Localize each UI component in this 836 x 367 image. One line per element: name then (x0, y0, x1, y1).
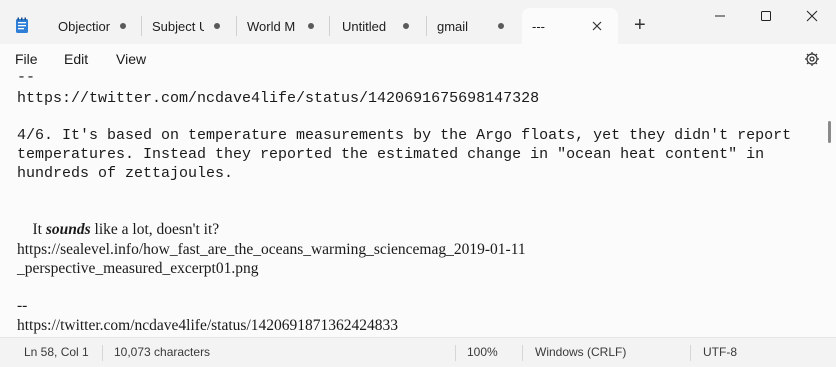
unsaved-dot-icon (403, 23, 409, 29)
menu-view[interactable]: View (116, 51, 146, 67)
tab-active[interactable]: --- (522, 8, 618, 44)
menu-file[interactable]: File (15, 51, 38, 67)
close-icon (806, 10, 818, 22)
text-line: hundreds of zettajoules. (17, 165, 234, 182)
maximize-icon (761, 11, 771, 21)
text-line: https://sealevel.info/how_fast_are_the_o… (17, 241, 526, 258)
new-tab-button[interactable]: + (634, 14, 646, 37)
text-segment: It (32, 221, 46, 238)
text-line: _perspective_measured_excerpt01.png (17, 260, 259, 277)
minimize-icon (715, 15, 725, 17)
gear-icon[interactable] (804, 51, 820, 67)
text-editor[interactable]: -- https://twitter.com/ncdave4life/statu… (0, 75, 836, 337)
menu-bar: File Edit View (0, 44, 836, 75)
status-bar: Ln 58, Col 1 10,073 characters 100% Wind… (0, 337, 836, 367)
text-line: 4/6. It's based on temperature measureme… (17, 127, 792, 144)
menu-edit[interactable]: Edit (64, 51, 88, 67)
notepad-icon (16, 17, 28, 33)
status-separator (690, 345, 691, 361)
character-count: 10,073 characters (114, 345, 211, 359)
status-separator (455, 345, 456, 361)
minimize-button[interactable] (710, 6, 730, 26)
tab-label: gmail (437, 18, 469, 34)
text-segment: like a lot, doesn't it? (90, 221, 220, 238)
tab-label: Untitled (342, 18, 387, 34)
text-line: https://twitter.com/ncdave4life/status/1… (17, 317, 398, 334)
text-line: temperatures. Instead they reported the … (17, 146, 765, 163)
title-bar: Objection Subject U World M Untitled gma… (0, 0, 836, 44)
tab-label: --- (532, 18, 545, 34)
unsaved-dot-icon (308, 23, 314, 29)
tab-world[interactable]: World M (237, 8, 329, 44)
text-line: https://twitter.com/ncdave4life/status/1… (17, 90, 540, 107)
encoding[interactable]: UTF-8 (703, 345, 737, 359)
line-ending[interactable]: Windows (CRLF) (535, 345, 626, 359)
close-tab-icon[interactable] (592, 21, 602, 31)
tab-subject[interactable]: Subject U (142, 8, 236, 44)
text-line: -- (17, 297, 28, 314)
tab-objection[interactable]: Objection (44, 8, 140, 44)
zoom-level[interactable]: 100% (467, 345, 498, 359)
unsaved-dot-icon (498, 23, 504, 29)
tab-label: World M (247, 18, 296, 34)
tab-label: Objection (58, 18, 110, 34)
tab-label: Subject U (152, 18, 204, 34)
cursor-position: Ln 58, Col 1 (24, 345, 89, 359)
status-separator (522, 345, 523, 361)
text-line: -- (17, 75, 36, 86)
maximize-button[interactable] (756, 6, 776, 26)
unsaved-dot-icon (120, 23, 126, 29)
close-window-button[interactable] (802, 6, 822, 26)
tab-untitled[interactable]: Untitled (330, 8, 426, 44)
emphasized-text: sounds (45, 221, 91, 238)
vertical-scrollbar-thumb[interactable] (828, 121, 831, 143)
unsaved-dot-icon (214, 23, 220, 29)
tab-gmail[interactable]: gmail (427, 8, 521, 44)
status-separator (102, 345, 103, 361)
